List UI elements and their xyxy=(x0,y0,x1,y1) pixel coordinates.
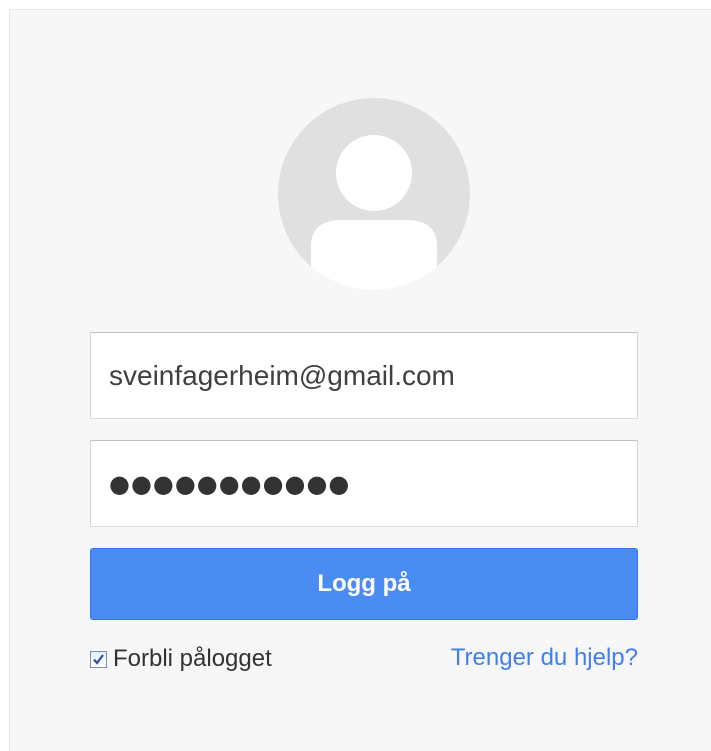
password-field[interactable] xyxy=(90,440,638,527)
email-field[interactable] xyxy=(90,332,638,419)
stay-signed-in-checkbox[interactable] xyxy=(90,650,107,668)
stay-signed-in-row: Forbli pålogget xyxy=(90,645,272,673)
help-link[interactable]: Trenger du hjelp? xyxy=(451,644,638,672)
checkmark-icon xyxy=(93,653,104,665)
stay-signed-in-label[interactable]: Forbli pålogget xyxy=(113,645,272,673)
login-button[interactable]: Logg på xyxy=(90,548,638,620)
avatar-icon xyxy=(278,98,470,290)
